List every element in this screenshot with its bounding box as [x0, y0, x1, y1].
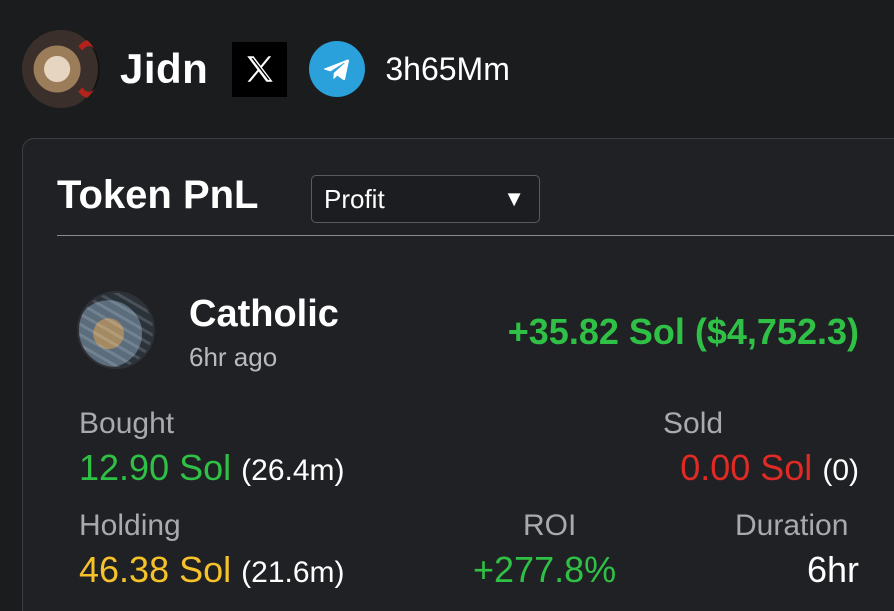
avatar-decoration [72, 40, 100, 98]
pnl-type-dropdown[interactable]: Profit ▼ [311, 175, 540, 223]
roi-value: +277.8% [473, 549, 617, 590]
divider [57, 235, 894, 236]
username: Jidn [120, 45, 209, 92]
token-avatar[interactable] [77, 291, 155, 369]
dropdown-selected-value: Profit [324, 183, 385, 214]
duration-value: 6hr [806, 549, 859, 590]
token-time-ago: 6hr ago [189, 342, 278, 372]
token-name[interactable]: Catholic [189, 293, 339, 336]
holding-token-amount: (21.6m) [241, 556, 345, 589]
pnl-page: Jidn 3h65Mm Token PnL Profit ▼ Catholic … [0, 0, 894, 611]
profile-header: Jidn 3h65Mm [22, 30, 510, 108]
bought-token-amount: (26.4m) [241, 454, 345, 487]
bought-value: 12.90 Sol [79, 447, 232, 488]
holding-stat: 46.38 Sol (21.6m) [79, 549, 345, 591]
token-pnl-value: +35.82 Sol ($4,752.3) [507, 311, 859, 352]
sold-stat: 0.00 Sol (0) [680, 447, 859, 489]
x-logo-icon[interactable] [232, 41, 288, 97]
sold-label: Sold [663, 407, 724, 440]
wallet-handle[interactable]: 3h65Mm [385, 51, 510, 88]
sold-token-amount: (0) [822, 454, 859, 487]
user-avatar[interactable] [22, 30, 100, 108]
bought-label: Bought [79, 407, 175, 440]
telegram-icon[interactable] [309, 41, 366, 97]
bought-stat: 12.90 Sol (26.4m) [79, 447, 345, 489]
holding-value: 46.38 Sol [79, 549, 232, 590]
token-pnl-card: Token PnL Profit ▼ Catholic 6hr ago +35.… [22, 138, 894, 611]
holding-label: Holding [79, 509, 181, 542]
sold-value: 0.00 Sol [680, 447, 813, 488]
chevron-down-icon: ▼ [503, 186, 525, 211]
roi-label: ROI [523, 509, 577, 542]
duration-label: Duration [735, 509, 849, 542]
card-title: Token PnL [57, 173, 259, 217]
